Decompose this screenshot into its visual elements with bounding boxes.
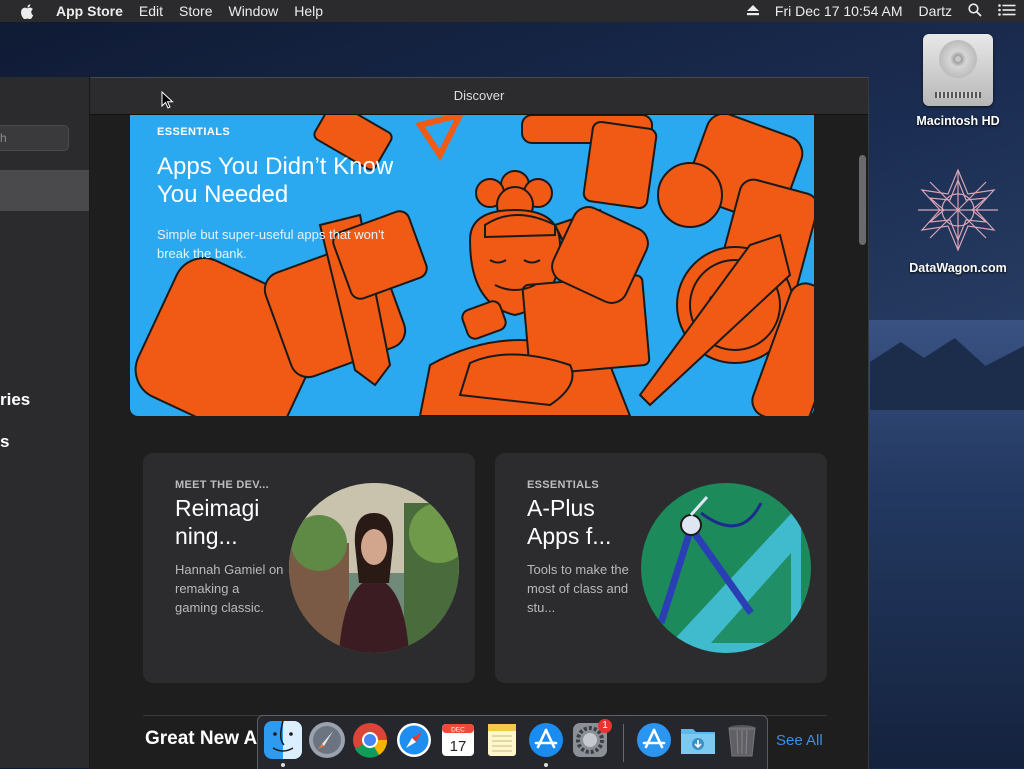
desktop-icon-label: DataWagon.com <box>909 261 1007 275</box>
dock: DEC 17 1 <box>257 715 768 769</box>
menu-clock[interactable]: Fri Dec 17 10:54 AM <box>767 3 911 19</box>
app-store-icon[interactable] <box>527 721 565 759</box>
mouse-pointer-icon <box>161 91 174 109</box>
safari-icon[interactable] <box>395 721 433 759</box>
card-description: Hannah Gamiel on remaking a gaming class… <box>175 562 284 615</box>
hero-eyebrow: ESSENTIALS <box>157 126 231 138</box>
desktop-icon-macintosh-hd[interactable]: Macintosh HD <box>908 34 1008 128</box>
calendar-icon[interactable]: DEC 17 <box>439 721 477 759</box>
menu-help[interactable]: Help <box>286 0 331 22</box>
scrollbar[interactable] <box>857 115 868 769</box>
card-title: Reimagi ning... <box>175 495 260 549</box>
desktop-icon-label: Macintosh HD <box>916 114 1000 128</box>
menu-window[interactable]: Window <box>220 0 286 22</box>
card-description: Tools to make the most of class and stu.… <box>527 562 629 615</box>
eject-icon[interactable] <box>739 3 767 19</box>
downloads-folder-icon[interactable] <box>679 721 717 759</box>
launchpad-icon[interactable] <box>308 721 346 759</box>
hard-drive-icon <box>923 34 993 106</box>
apple-menu-icon[interactable] <box>20 3 34 19</box>
running-indicator <box>544 763 548 767</box>
finder-icon[interactable] <box>264 721 302 759</box>
menu-store[interactable]: Store <box>171 0 220 22</box>
app-store-window: Discover ESSENTIALS Apps You Didn’t Know… <box>90 77 869 769</box>
menu-app-name[interactable]: App Store <box>48 0 131 22</box>
notes-icon[interactable] <box>483 721 521 759</box>
card-eyebrow: MEET THE DEV... <box>175 479 269 491</box>
hero-description: Simple but super-useful apps that won't … <box>157 227 385 261</box>
menu-user[interactable]: Dartz <box>911 3 960 19</box>
dock-separator <box>623 724 624 762</box>
section-title: Great New A <box>145 728 258 749</box>
scrollbar-thumb[interactable] <box>859 155 866 245</box>
sidebar: h ries s <box>0 77 90 768</box>
menu-bar: App Store Edit Store Window Help Fri Dec… <box>0 0 1024 22</box>
compass-and-triangle-image <box>641 483 811 653</box>
card-title: A-Plus Apps f... <box>527 495 612 549</box>
spotlight-search-icon[interactable] <box>960 2 990 20</box>
sidebar-item-discover-selected[interactable] <box>0 170 89 211</box>
desktop-icon-datawagon[interactable]: DataWagon.com <box>898 168 1018 275</box>
running-indicator <box>281 763 285 767</box>
window-title: Discover <box>90 78 868 115</box>
sidebar-item-updates[interactable]: s <box>0 432 9 452</box>
chrome-icon[interactable] <box>351 721 389 759</box>
hero-title: Apps You Didn’t Know You Needed <box>157 153 394 208</box>
sidebar-item-categories[interactable]: ries <box>0 390 30 410</box>
featured-story-card[interactable]: ESSENTIALS Apps You Didn’t Know You Need… <box>130 115 814 416</box>
notification-center-icon[interactable] <box>990 3 1024 19</box>
calendar-month: DEC <box>451 727 465 734</box>
datawagon-star-icon <box>918 168 998 252</box>
menu-edit[interactable]: Edit <box>131 0 171 22</box>
developer-portrait-image <box>289 483 459 653</box>
app-store-folder-icon[interactable] <box>635 721 673 759</box>
trash-icon[interactable] <box>723 721 761 759</box>
story-card-essentials[interactable]: ESSENTIALS A-Plus Apps f... Tools to mak… <box>495 453 827 683</box>
sidebar-search-input[interactable]: h <box>0 125 69 151</box>
calendar-day: 17 <box>450 738 467 755</box>
notification-badge: 1 <box>598 719 612 733</box>
see-all-link[interactable]: See All <box>776 732 823 749</box>
story-card-meet-the-developer[interactable]: MEET THE DEV... Reimagi ning... Hannah G… <box>143 453 475 683</box>
card-eyebrow: ESSENTIALS <box>527 479 600 491</box>
